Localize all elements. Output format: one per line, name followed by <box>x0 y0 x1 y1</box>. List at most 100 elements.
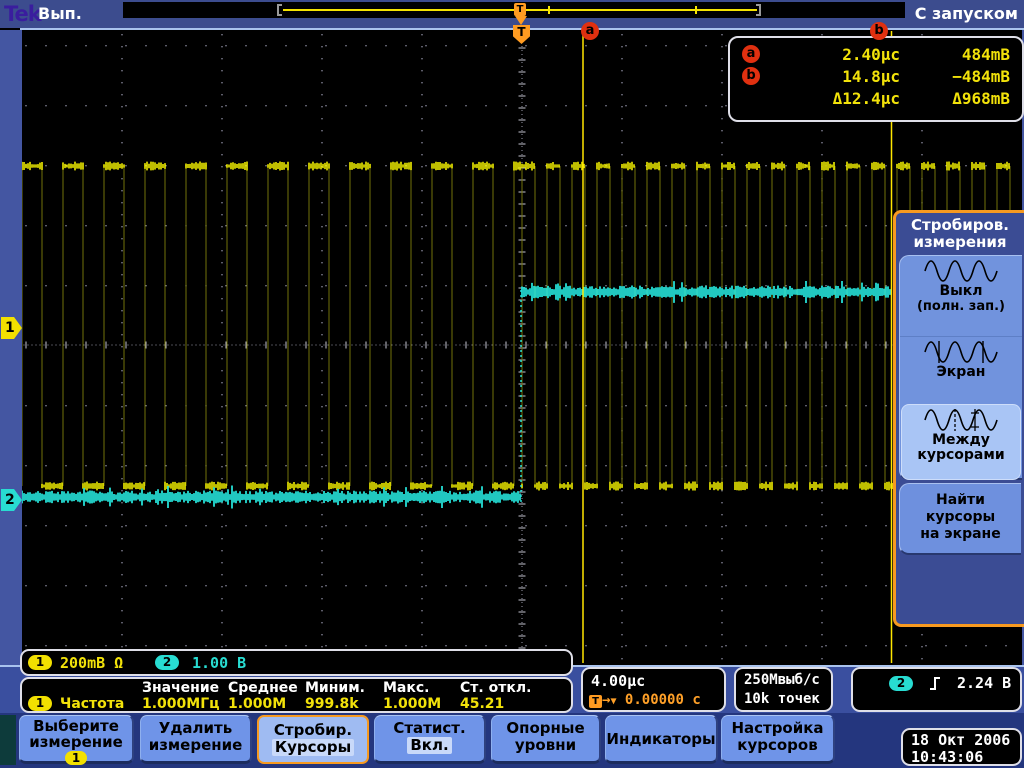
rising-edge-icon <box>927 675 943 691</box>
date-label: 18 Окт 2006 <box>911 732 1020 749</box>
tek-logo: Tek <box>4 2 41 26</box>
record-position-bar: T <box>123 2 905 18</box>
header-value: Значение <box>142 680 219 696</box>
cursor-readout-box: a 2.40μс 484mB b 14.8μс −484mB Δ12.4μс Δ… <box>728 36 1024 122</box>
waveform-display <box>22 30 1022 667</box>
header-mean: Среднее <box>228 680 298 696</box>
btn2-line2: Курсоры <box>272 739 354 756</box>
gating-option-off-sublabel: (полн. зап.) <box>900 299 1022 314</box>
sine-full-record-icon <box>921 258 1001 284</box>
gating-option-between-label1: Между <box>902 433 1020 448</box>
trigger-position-readout: T→▼ 0.00000 с <box>589 692 701 708</box>
record-cursor-a-tick <box>548 6 550 14</box>
record-bracket-left <box>277 4 282 16</box>
channel2-badge: 2 <box>155 655 179 670</box>
cursor-a-volt: 484mB <box>888 45 1010 64</box>
gating-option-between-label2: курсорами <box>902 448 1020 463</box>
gating-option-between-cursors[interactable]: Между курсорами <box>901 404 1021 480</box>
cursor-delta-time: Δ12.4μс <box>770 89 900 108</box>
menu-button-select-measurement[interactable]: Выберите измерение 1 <box>19 715 134 764</box>
trigger-position-arrow-icon <box>515 16 527 25</box>
menu-button-statistics[interactable]: Статист. Вкл. <box>374 715 486 764</box>
btn0-line2: измерение <box>20 734 132 750</box>
channel1-badge: 1 <box>28 655 52 670</box>
top-status-bar: Tek Вып. С запуском T <box>0 0 1024 28</box>
gating-option-screen[interactable]: Экран <box>900 336 1022 403</box>
trigger-source-badge: 2 <box>889 676 913 691</box>
cursor-a-handle[interactable]: a <box>581 22 599 40</box>
gating-option-off-label: Выкл <box>900 284 1022 299</box>
find-cursors-button[interactable]: Найти курсоры на экране <box>899 483 1021 555</box>
find-cursors-line1: Найти <box>900 492 1021 509</box>
btn3-line1: Статист. <box>375 720 484 737</box>
btn0-line1: Выберите <box>20 718 132 734</box>
measurement-stdev: 45.21 <box>460 696 504 712</box>
measurement-mean: 1.000M <box>228 696 286 712</box>
acquisition-readout: 250Мвыб/с 10k точек <box>734 667 833 712</box>
cursor-b-volt: −484mB <box>888 67 1010 86</box>
timebase-readout: 4.00μс T→▼ 0.00000 с <box>581 667 726 712</box>
measurement-table: Значение Среднее Миним. Макс. Ст. откл. … <box>20 677 573 713</box>
btn1-line2: измерение <box>141 737 250 754</box>
header-min: Миним. <box>305 680 365 696</box>
measurement-channel-badge: 1 <box>28 696 52 711</box>
gating-option-screen-label: Экран <box>900 365 1022 380</box>
header-max: Макс. <box>383 680 430 696</box>
cursor-a-badge: a <box>742 45 760 63</box>
record-length: 10k точек <box>744 691 820 707</box>
cursor-a-time: 2.40μс <box>770 45 900 64</box>
side-menu-title: Стробиров. измерения <box>896 217 1024 251</box>
datetime-box: 18 Окт 2006 10:43:06 <box>901 728 1022 766</box>
bottom-left-corner-block <box>0 715 16 765</box>
header-stdev: Ст. откл. <box>460 680 531 696</box>
trigger-status: С запуском <box>915 4 1018 23</box>
gating-option-off[interactable]: Выкл (полн. зап.) <box>900 258 1022 336</box>
oscilloscope-screen: Tek Вып. С запуском T T a b 1 2 a 2.40μс… <box>0 0 1024 768</box>
btn4-line1: Опорные <box>492 720 599 737</box>
channel-scale-bar: 1 200mB Ω 2 1.00 В <box>20 649 573 676</box>
time-label: 10:43:06 <box>911 749 1020 766</box>
trigger-level: 2.24 В <box>957 674 1011 692</box>
channel1-scale: 200mB Ω <box>60 654 123 672</box>
measurement-row: 1 Частота 1.000МГц 1.000M 999.8k 1.000M … <box>22 696 571 712</box>
find-cursors-line3: на экране <box>900 526 1021 543</box>
btn1-line1: Удалить <box>141 720 250 737</box>
trigger-readout: 2 2.24 В <box>851 667 1022 712</box>
btn6-line2: курсоров <box>722 737 833 754</box>
acquisition-status: Вып. <box>38 4 82 23</box>
measurement-min: 999.8k <box>305 696 359 712</box>
side-menu-title-line2: измерения <box>896 234 1024 251</box>
gating-options-group: Выкл (полн. зап.) Экран Между <box>899 255 1022 480</box>
record-cursor-b-tick <box>695 6 697 14</box>
trigger-position-value: 0.00000 с <box>625 692 701 708</box>
menu-button-indicators[interactable]: Индикаторы <box>605 715 718 764</box>
btn2-line1: Стробир. <box>259 722 367 739</box>
record-trigger-icon: T <box>514 3 526 16</box>
measurement-name: Частота <box>60 696 124 712</box>
timebase-scale: 4.00μс <box>591 672 645 690</box>
measurement-header-row: Значение Среднее Миним. Макс. Ст. откл. <box>22 680 571 696</box>
btn3-line2: Вкл. <box>407 737 451 754</box>
left-frame-strip <box>0 30 22 667</box>
cursor-b-handle[interactable]: b <box>870 22 888 40</box>
btn5-line1: Индикаторы <box>606 731 716 748</box>
marker-down-icon: ▼ <box>610 696 616 707</box>
btn6-line1: Настройка <box>722 720 833 737</box>
channel2-scale: 1.00 В <box>192 654 246 672</box>
record-bracket-right <box>756 4 761 16</box>
sine-screen-icon <box>921 339 1001 365</box>
sample-rate: 250Мвыб/с <box>744 672 820 688</box>
menu-button-gating-cursors[interactable]: Стробир. Курсоры <box>257 715 369 764</box>
btn4-line2: уровни <box>492 737 599 754</box>
cursor-b-time: 14.8μс <box>770 67 900 86</box>
cursor-b-badge: b <box>742 67 760 85</box>
menu-button-cursor-setup[interactable]: Настройка курсоров <box>721 715 835 764</box>
cursor-delta-volt: Δ968mB <box>888 89 1010 108</box>
menu-button-reference-levels[interactable]: Опорные уровни <box>491 715 601 764</box>
trigger-t-icon: T <box>589 695 602 708</box>
side-menu-title-line1: Стробиров. <box>896 217 1024 234</box>
gating-side-menu: Стробиров. измерения Выкл (полн. зап.) Э… <box>893 210 1024 627</box>
menu-button-remove-measurement[interactable]: Удалить измерение <box>140 715 252 764</box>
measurement-value: 1.000МГц <box>142 696 220 712</box>
find-cursors-line2: курсоры <box>900 509 1021 526</box>
